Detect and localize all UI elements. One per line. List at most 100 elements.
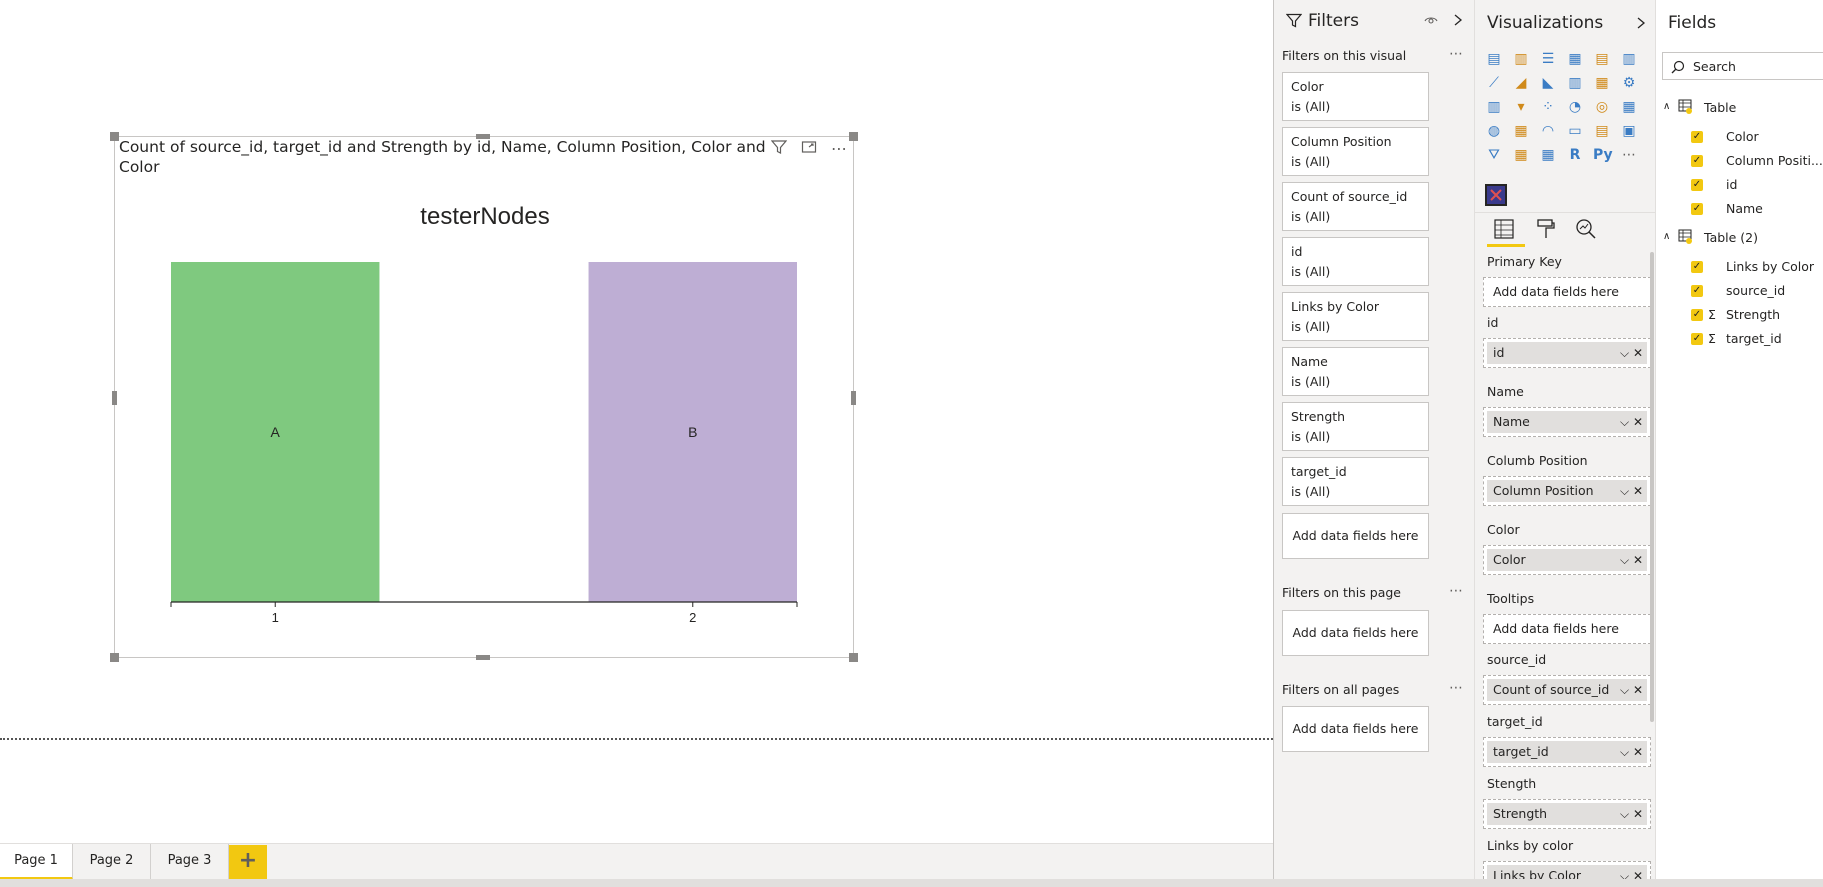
field-item-links-by-color[interactable]: Links by Color [1726, 259, 1814, 274]
checkbox-checked[interactable]: ✓ [1691, 261, 1703, 273]
filter-card-column-position[interactable]: Column Position is (All) [1282, 127, 1429, 176]
stacked-column-icon[interactable]: ▥ [1512, 50, 1530, 68]
checkbox-checked[interactable]: ✓ [1691, 131, 1703, 143]
more-options-icon[interactable]: ⋯ [1449, 680, 1464, 696]
eye-icon[interactable] [1424, 12, 1438, 31]
resize-handle-tl[interactable] [110, 132, 119, 141]
resize-handle-bottom[interactable] [476, 655, 490, 660]
r-visual-icon[interactable]: R [1566, 146, 1584, 164]
donut-chart-icon[interactable]: ◎ [1593, 98, 1611, 116]
treemap-icon[interactable]: ▦ [1620, 98, 1638, 116]
chart-visual[interactable]: Count of source_id, target_id and Streng… [110, 132, 858, 662]
field-item-name[interactable]: Name [1726, 201, 1763, 216]
collapse-visualizations-icon[interactable] [1635, 15, 1647, 34]
filter-card-name[interactable]: Name is (All) [1282, 347, 1429, 396]
well-target-id[interactable]: target_id ⌵ ✕ [1483, 737, 1651, 767]
custom-visual-icon[interactable] [1485, 184, 1507, 206]
line-chart-icon[interactable]: ⟋ [1485, 74, 1503, 92]
filter-card-color[interactable]: Color is (All) [1282, 72, 1429, 121]
field-item-source-id[interactable]: source_id [1726, 283, 1785, 298]
checkbox-checked[interactable]: ✓ [1691, 333, 1703, 345]
field-item-column-position[interactable]: Column Positi... [1726, 153, 1823, 168]
well-name[interactable]: Name ⌵ ✕ [1483, 407, 1651, 437]
more-options-icon[interactable]: ⋯ [1449, 583, 1464, 599]
format-paint-roller-icon[interactable] [1535, 218, 1557, 244]
resize-handle-right[interactable] [851, 391, 856, 405]
well-id[interactable]: id ⌵ ✕ [1483, 338, 1651, 368]
clustered-column-icon[interactable]: ▦ [1566, 50, 1584, 68]
tab-page-3[interactable]: Page 3 [151, 844, 229, 880]
checkbox-checked[interactable]: ✓ [1691, 203, 1703, 215]
field-item-color[interactable]: Color [1726, 129, 1759, 144]
well-color[interactable]: Color ⌵ ✕ [1483, 545, 1651, 575]
resize-handle-left[interactable] [112, 391, 117, 405]
card-icon[interactable]: ▭ [1566, 122, 1584, 140]
stacked-area-icon[interactable]: ◣ [1539, 74, 1557, 92]
multirow-card-icon[interactable]: ▤ [1593, 122, 1611, 140]
add-page-button[interactable]: + [229, 845, 267, 879]
chevron-down-icon[interactable]: ⌵ ✕ [1620, 679, 1643, 701]
100-column-icon[interactable]: ▥ [1620, 50, 1638, 68]
well-links-by-color[interactable]: Links by Color ⌵ ✕ [1483, 861, 1651, 879]
table-name[interactable]: Table (2) [1704, 230, 1758, 245]
add-visual-filter-dropzone[interactable]: Add data fields here [1282, 513, 1429, 559]
resize-handle-tr[interactable] [849, 132, 858, 141]
wells-scrollbar[interactable] [1650, 252, 1654, 722]
tab-page-1[interactable]: Page 1 [0, 844, 73, 880]
more-visuals-icon[interactable]: ⋯ [1620, 146, 1638, 164]
pie-chart-icon[interactable]: ◔ [1566, 98, 1584, 116]
checkbox-checked[interactable]: ✓ [1691, 155, 1703, 167]
chevron-down-icon[interactable]: ⌵ ✕ [1620, 803, 1643, 825]
add-all-pages-filter-dropzone[interactable]: Add data fields here [1282, 706, 1429, 752]
chevron-down-icon[interactable]: ⌵ ✕ [1620, 865, 1643, 879]
well-dropzone-primary-key[interactable]: Add data fields here [1483, 277, 1651, 307]
checkbox-checked[interactable]: ✓ [1691, 285, 1703, 297]
resize-handle-top[interactable] [476, 134, 490, 139]
filter-card-count-source-id[interactable]: Count of source_id is (All) [1282, 182, 1429, 231]
chevron-down-icon[interactable]: ⌵ ✕ [1620, 741, 1643, 763]
collapse-filters-icon[interactable] [1452, 12, 1464, 31]
analytics-magnifier-icon[interactable] [1575, 218, 1597, 244]
well-strength[interactable]: Strength ⌵ ✕ [1483, 799, 1651, 829]
stacked-bar-icon[interactable]: ▤ [1485, 50, 1503, 68]
search-input[interactable]: Search [1693, 59, 1736, 74]
fields-tab-icon[interactable] [1493, 218, 1515, 244]
python-visual-icon[interactable]: Py [1593, 146, 1613, 164]
filled-map-icon[interactable]: ▦ [1512, 122, 1530, 140]
resize-handle-br[interactable] [849, 653, 858, 662]
table-icon[interactable]: ▦ [1512, 146, 1530, 164]
filter-card-links-by-color[interactable]: Links by Color is (All) [1282, 292, 1429, 341]
gauge-icon[interactable]: ◠ [1539, 122, 1557, 140]
chevron-down-icon[interactable]: ⌵ ✕ [1620, 342, 1643, 364]
line-column-2-icon[interactable]: ▦ [1593, 74, 1611, 92]
area-chart-icon[interactable]: ◢ [1512, 74, 1530, 92]
report-canvas[interactable]: Count of source_id, target_id and Streng… [0, 0, 1273, 843]
well-column-position[interactable]: Column Position ⌵ ✕ [1483, 476, 1651, 506]
well-source-id[interactable]: Count of source_id ⌵ ✕ [1483, 675, 1651, 705]
filter-card-strength[interactable]: Strength is (All) [1282, 402, 1429, 451]
matrix-icon[interactable]: ▦ [1539, 146, 1557, 164]
slicer-icon[interactable]: ⛛ [1485, 146, 1503, 164]
chevron-down-icon[interactable]: ⌵ ✕ [1620, 549, 1643, 571]
kpi-icon[interactable]: ▣ [1620, 122, 1638, 140]
table-name[interactable]: Table [1704, 100, 1736, 115]
clustered-bar-icon[interactable]: ☰ [1539, 50, 1557, 68]
field-item-strength[interactable]: Strength [1726, 307, 1780, 322]
well-dropzone-tooltips[interactable]: Add data fields here [1483, 614, 1651, 644]
checkbox-checked[interactable]: ✓ [1691, 309, 1703, 321]
field-item-target-id[interactable]: target_id [1726, 331, 1782, 346]
add-page-filter-dropzone[interactable]: Add data fields here [1282, 610, 1429, 656]
tab-page-2[interactable]: Page 2 [73, 844, 151, 880]
chevron-up-icon[interactable]: ∧ [1663, 231, 1670, 242]
funnel-icon[interactable]: ▾ [1512, 98, 1530, 116]
100-bar-icon[interactable]: ▤ [1593, 50, 1611, 68]
chevron-down-icon[interactable]: ⌵ ✕ [1620, 480, 1643, 502]
map-icon[interactable]: ◍ [1485, 122, 1503, 140]
more-options-icon[interactable]: ⋯ [1449, 46, 1464, 62]
fields-search-box[interactable]: Search [1662, 52, 1823, 80]
line-column-icon[interactable]: ▥ [1566, 74, 1584, 92]
scatter-icon[interactable]: ⁘ [1539, 98, 1557, 116]
checkbox-checked[interactable]: ✓ [1691, 179, 1703, 191]
field-item-id[interactable]: id [1726, 177, 1737, 192]
ribbon-chart-icon[interactable]: ⚙ [1620, 74, 1638, 92]
